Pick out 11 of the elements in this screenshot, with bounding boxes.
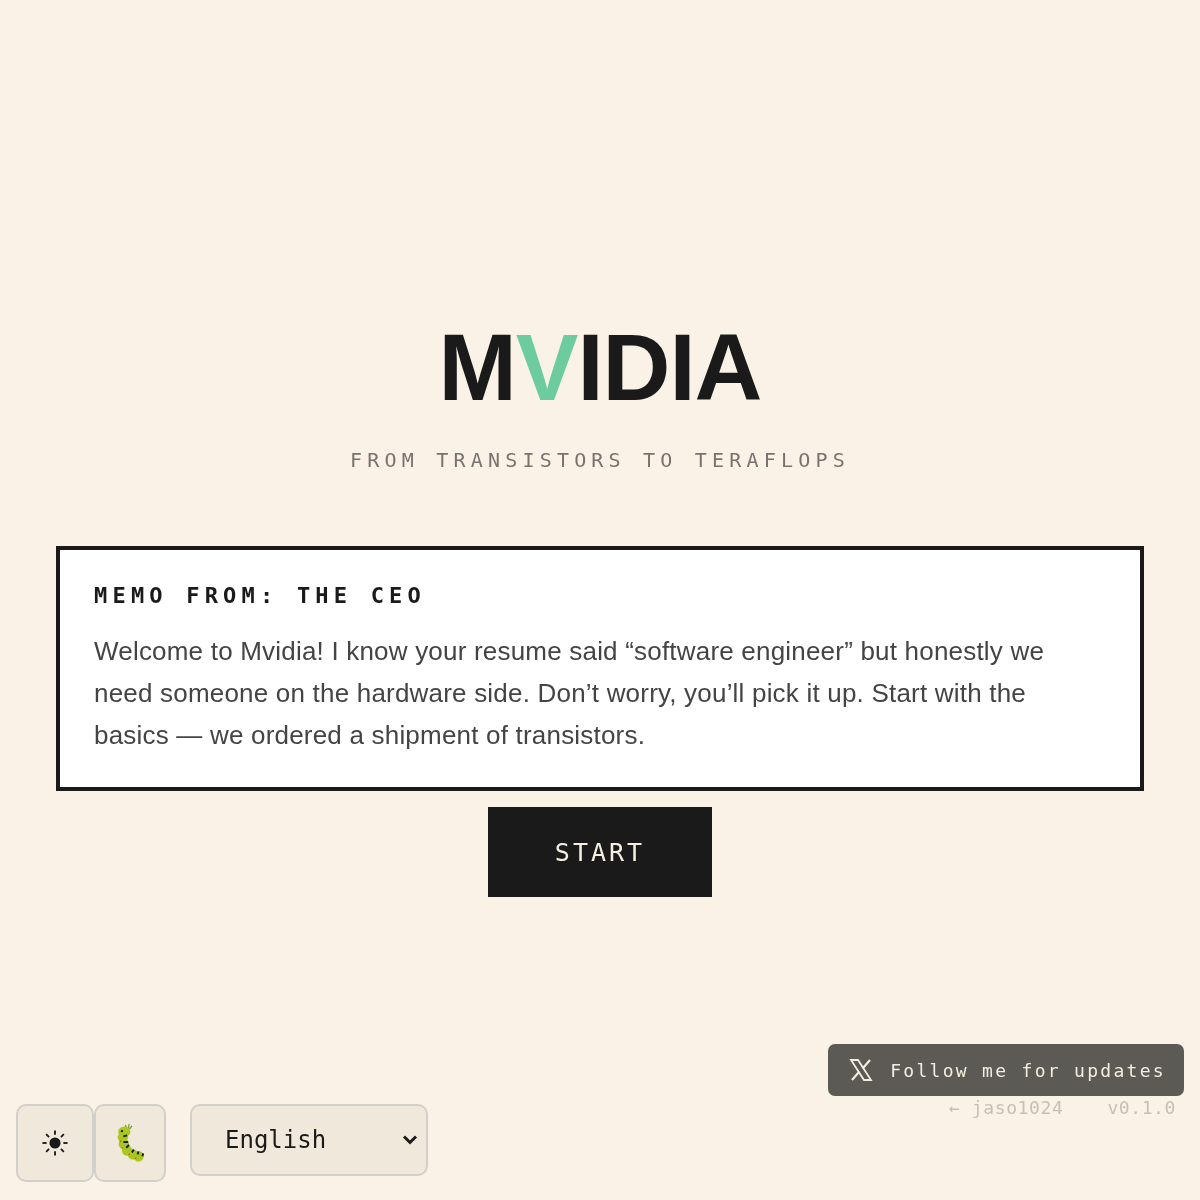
- start-button[interactable]: START: [488, 807, 712, 897]
- language-select[interactable]: English: [190, 1104, 428, 1176]
- memo-text: Welcome to Mvidia! I know your resume said “software engineer” but honestly we need someone on the hardware side. Don’t worry, you’ll pick it up. Start with the basics — we ordered a shipment of transistors.: [94, 635, 1046, 752]
- memo-title: MEMO FROM: THE CEO: [94, 582, 427, 610]
- follow-button[interactable]: Follow me for updates: [828, 1044, 1184, 1096]
- logo-wordmark: MVIDIA: [438, 321, 762, 415]
- sun-icon: [42, 1130, 68, 1156]
- chevron-down-icon: [402, 1135, 418, 1145]
- x-logo-icon: [848, 1058, 875, 1082]
- tagline: FROM TRANSISTORS TO TERAFLOPS: [350, 448, 850, 472]
- theme-toggle-button[interactable]: [16, 1104, 94, 1182]
